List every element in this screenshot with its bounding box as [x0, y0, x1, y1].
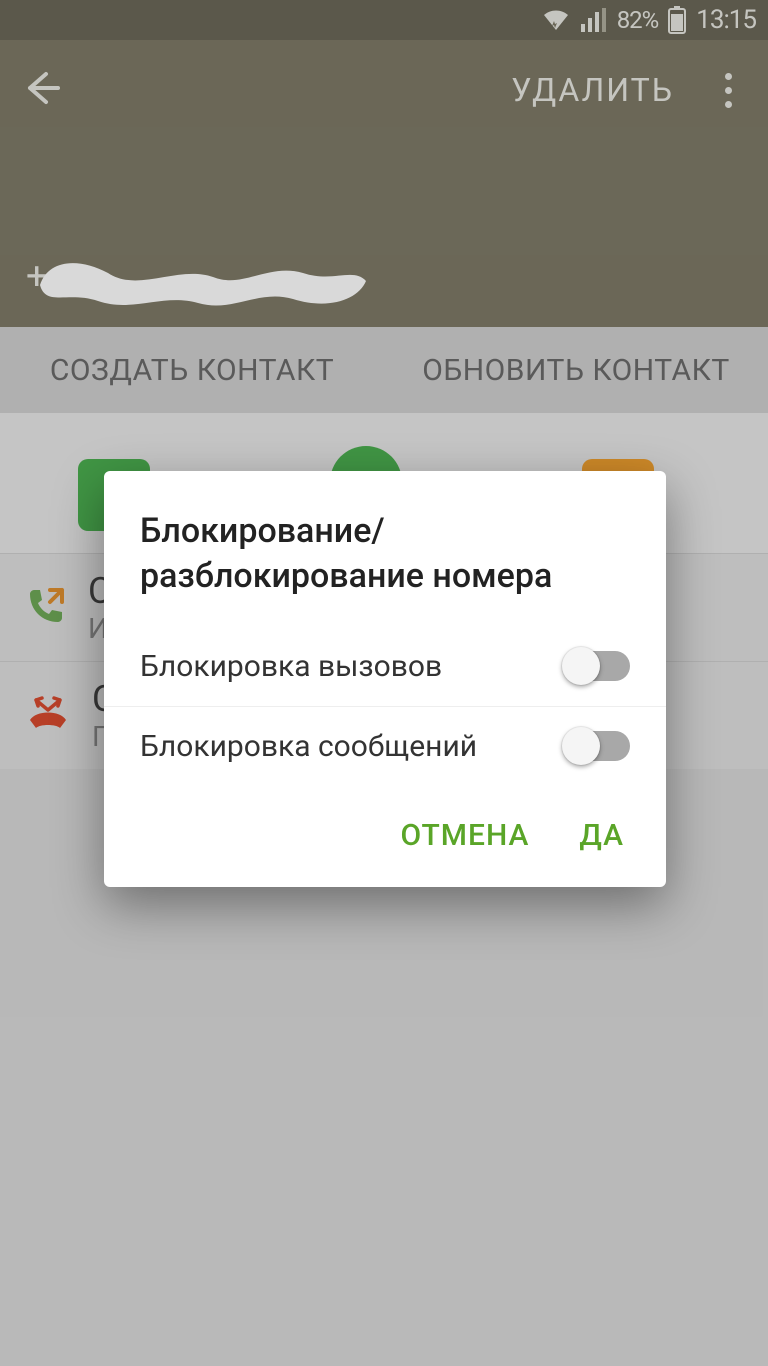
- block-messages-label: Блокировка сообщений: [140, 729, 477, 764]
- block-messages-toggle[interactable]: [564, 731, 630, 761]
- ok-button[interactable]: ДА: [579, 818, 624, 853]
- dialog-title: Блокирование/ разблокирование номера: [104, 471, 666, 627]
- dialog-actions: ОТМЕНА ДА: [104, 786, 666, 887]
- block-calls-label: Блокировка вызовов: [140, 649, 442, 684]
- block-messages-row: Блокировка сообщений: [104, 706, 666, 786]
- block-calls-toggle[interactable]: [564, 651, 630, 681]
- cancel-button[interactable]: ОТМЕНА: [401, 818, 530, 853]
- block-dialog: Блокирование/ разблокирование номера Бло…: [104, 471, 666, 887]
- block-calls-row: Блокировка вызовов: [104, 627, 666, 706]
